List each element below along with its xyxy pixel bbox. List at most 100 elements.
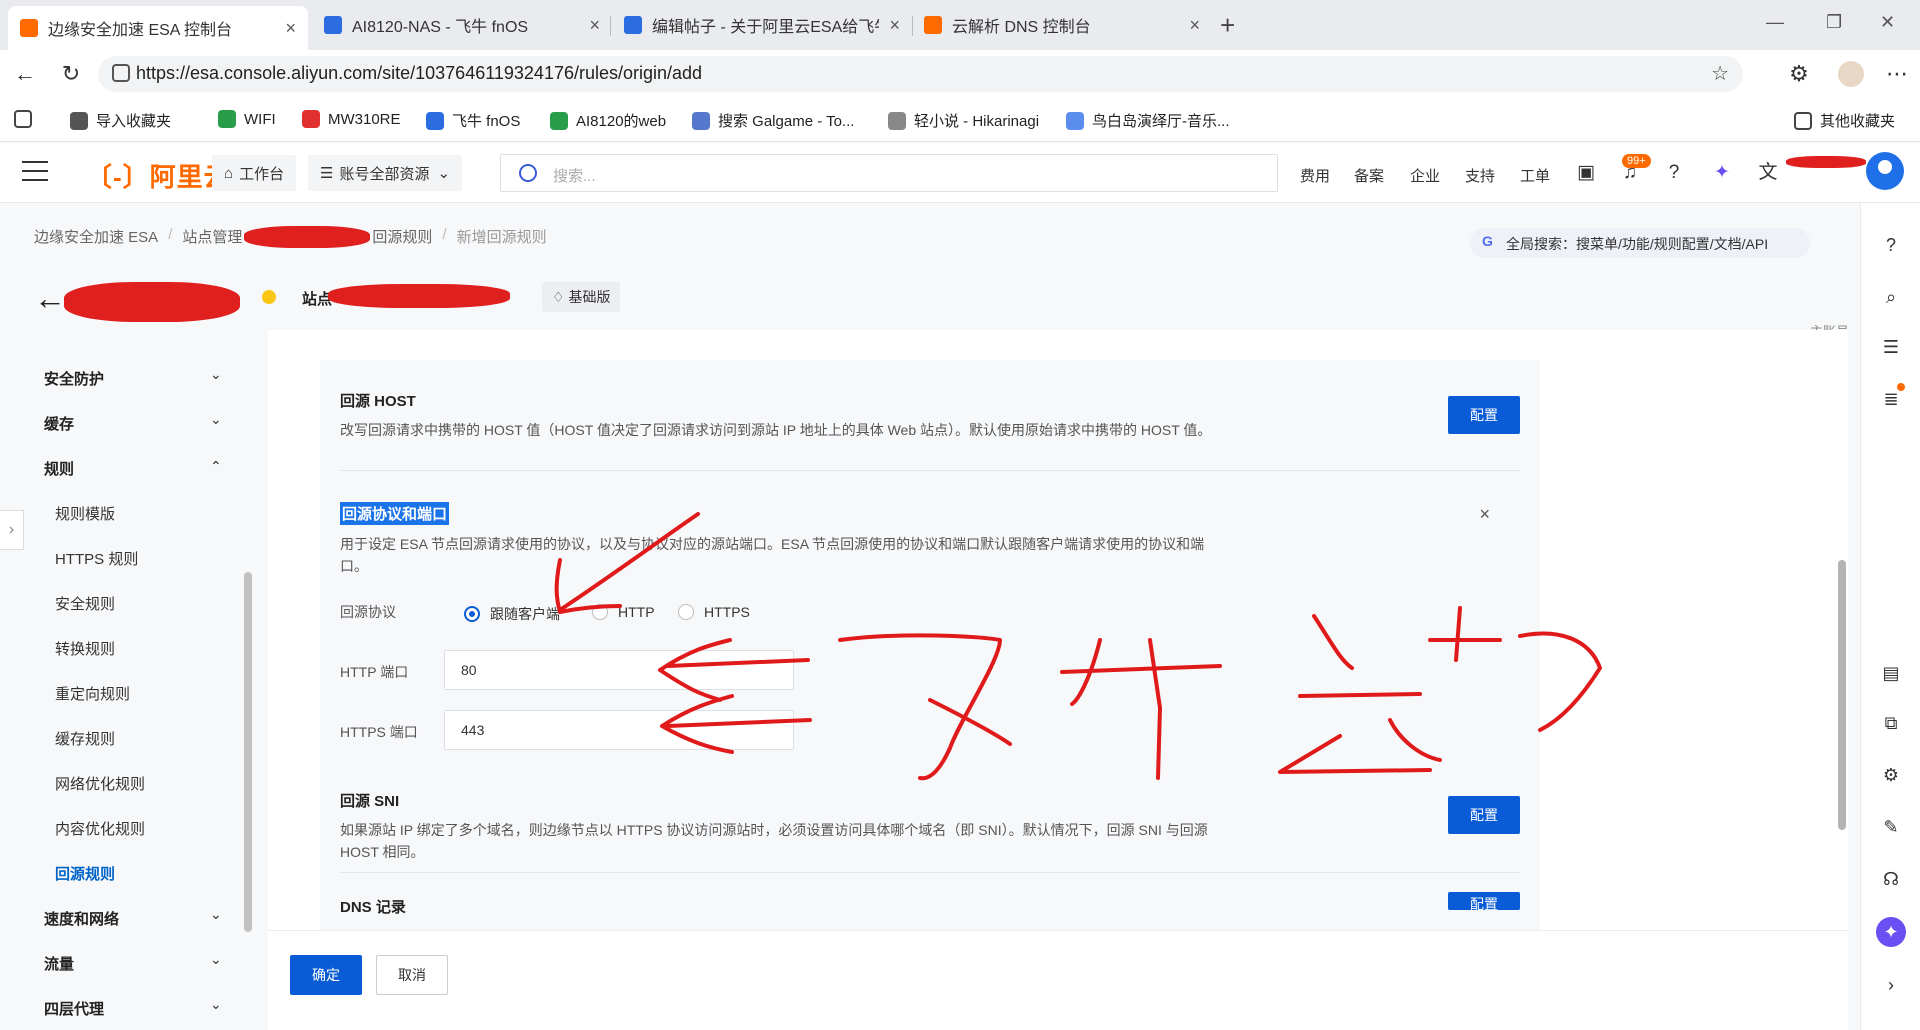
address-bar[interactable]: https://esa.console.aliyun.com/site/1037…	[98, 56, 1743, 92]
nav-item-network-rules[interactable]: 网络优化规则	[55, 773, 145, 794]
checklist-icon[interactable]: ☰	[1879, 335, 1903, 359]
workbench-button[interactable]: ⌂ 工作台	[212, 155, 297, 191]
bookmark-star-icon[interactable]: ☆	[1711, 61, 1729, 86]
breadcrumb-current: 新增回源规则	[456, 229, 547, 246]
back-icon[interactable]: ←	[12, 61, 38, 87]
help-circle-icon[interactable]: ?	[1879, 233, 1903, 257]
section-origin-host: 回源 HOST 改写回源请求中携带的 HOST 值（HOST 值决定了回源请求访…	[340, 390, 1520, 441]
nav-section-l4-proxy[interactable]: 四层代理	[44, 998, 104, 1019]
nav-item-redirect-rules[interactable]: 重定向规则	[55, 683, 130, 704]
configure-host-button[interactable]: 配置	[1448, 396, 1520, 434]
chevron-down-icon[interactable]: ⌄	[210, 366, 222, 383]
header-link-icp[interactable]: 备案	[1354, 165, 1384, 186]
minimize-icon[interactable]: —	[1766, 12, 1784, 33]
extensions-icon[interactable]: ⚙	[1786, 61, 1812, 87]
edit-icon[interactable]: ✎	[1879, 815, 1903, 839]
aliyun-logo[interactable]: 〔-〕阿里云	[86, 157, 231, 194]
breadcrumb-esa[interactable]: 边缘安全加速 ESA	[34, 226, 158, 247]
chevron-down-icon[interactable]: ⌄	[210, 996, 222, 1013]
close-tab-icon[interactable]: ×	[285, 18, 296, 39]
confirm-button[interactable]: 确定	[290, 955, 362, 995]
header-link-support[interactable]: 支持	[1465, 165, 1495, 186]
chevron-down-icon[interactable]: ⌄	[210, 411, 222, 428]
header-link-ticket[interactable]: 工单	[1520, 165, 1550, 186]
nav-section-security[interactable]: 安全防护	[44, 368, 104, 389]
back-arrow-icon[interactable]: ←	[34, 280, 66, 317]
configure-dns-button[interactable]: 配置	[1448, 892, 1520, 910]
nav-item-content-rules[interactable]: 内容优化规则	[55, 818, 145, 839]
close-window-icon[interactable]: ✕	[1880, 12, 1895, 33]
reload-icon[interactable]: ↻	[58, 61, 84, 87]
resources-dropdown[interactable]: ☰ 账号全部资源 ⌄	[308, 155, 463, 191]
bookmark-mw310re[interactable]: MW310RE	[302, 110, 401, 128]
chevron-right-icon[interactable]: ›	[1879, 973, 1903, 997]
console-search-input[interactable]: 搜索...	[500, 154, 1278, 192]
close-tab-icon[interactable]: ×	[1189, 15, 1200, 36]
terminal-icon[interactable]: ▣	[1574, 161, 1598, 185]
tab-edit-post[interactable]: 编辑帖子 - 关于阿里云ESA给飞牛N ×	[612, 6, 912, 44]
ai-assistant-icon[interactable]: ✦	[1876, 917, 1906, 947]
nav-section-traffic[interactable]: 流量	[44, 953, 74, 974]
nav-item-rule-templates[interactable]: 规则模版	[55, 503, 115, 524]
language-icon[interactable]: 文	[1756, 161, 1780, 185]
bookmark-fnos[interactable]: 飞牛 fnOS	[426, 110, 520, 131]
bookmark-galgame[interactable]: 搜索 Galgame - To...	[692, 110, 854, 131]
ai-assistant-icon[interactable]: ✦	[1710, 161, 1734, 185]
headset-icon[interactable]: ☊	[1879, 867, 1903, 891]
global-search-box[interactable]: 全局搜索：搜菜单/功能/规则配置/文档/API	[1470, 228, 1810, 258]
collapse-sidebar-icon[interactable]: ›	[0, 510, 24, 550]
nav-section-rules[interactable]: 规则	[44, 458, 74, 479]
close-tab-icon[interactable]: ×	[889, 15, 900, 36]
nav-item-origin-rules[interactable]: 回源规则	[55, 863, 115, 884]
bookmark-import[interactable]: 导入收藏夹	[70, 110, 171, 131]
bookmark-hikarinagi[interactable]: 轻小说 - Hikarinagi	[888, 110, 1039, 131]
code-icon[interactable]: ⧉	[1879, 711, 1903, 735]
profile-avatar[interactable]	[1838, 61, 1864, 87]
main-scrollbar[interactable]	[1838, 560, 1846, 830]
nav-item-https-rules[interactable]: HTTPS 规则	[55, 548, 138, 569]
close-section-icon[interactable]: ×	[1479, 504, 1490, 525]
help-icon[interactable]: ?	[1662, 161, 1686, 185]
restore-icon[interactable]: ❐	[1826, 12, 1842, 33]
radio-icon	[592, 604, 608, 620]
user-avatar[interactable]	[1866, 152, 1904, 190]
settings-icon[interactable]: ⚙	[1879, 763, 1903, 787]
nav-item-cache-rules[interactable]: 缓存规则	[55, 728, 115, 749]
hamburger-menu-icon[interactable]	[22, 161, 48, 183]
http-port-input[interactable]: 80	[444, 650, 794, 690]
nav-section-cache[interactable]: 缓存	[44, 413, 74, 434]
aliyun-favicon-icon	[924, 16, 942, 34]
nav-item-security-rules[interactable]: 安全规则	[55, 593, 115, 614]
chevron-down-icon[interactable]: ⌄	[210, 951, 222, 968]
fnos-favicon-icon	[324, 16, 342, 34]
new-tab-icon[interactable]: +	[1220, 10, 1235, 41]
radio-http[interactable]: HTTP	[592, 604, 655, 620]
header-link-enterprise[interactable]: 企业	[1410, 165, 1440, 186]
configure-sni-button[interactable]: 配置	[1448, 796, 1520, 834]
bookmark-wifi[interactable]: WIFI	[218, 110, 276, 128]
nav-section-speed-network[interactable]: 速度和网络	[44, 908, 119, 929]
tab-fnos[interactable]: AI8120-NAS - 飞牛 fnOS ×	[312, 6, 612, 44]
breadcrumb-origin-rules[interactable]: 回源规则	[372, 226, 432, 247]
chevron-down-icon[interactable]: ⌄	[210, 906, 222, 923]
header-link-billing[interactable]: 费用	[1300, 165, 1330, 186]
note-icon[interactable]: ▤	[1879, 661, 1903, 685]
url-text[interactable]: https://esa.console.aliyun.com/site/1037…	[136, 63, 702, 84]
bookmark-music[interactable]: 鸟白岛演绎厅-音乐...	[1066, 110, 1230, 131]
bookmark-ai8120-web[interactable]: AI8120的web	[550, 110, 666, 131]
radio-https[interactable]: HTTPS	[678, 604, 750, 620]
menu-icon[interactable]: ⋯	[1884, 61, 1910, 87]
chevron-up-icon[interactable]: ⌃	[210, 458, 222, 475]
breadcrumb-site-management[interactable]: 站点管理	[182, 226, 242, 247]
nav-item-transform-rules[interactable]: 转换规则	[55, 638, 115, 659]
radio-follow-client[interactable]: 跟随客户端	[464, 604, 560, 624]
https-port-input[interactable]: 443	[444, 710, 794, 750]
close-tab-icon[interactable]: ×	[589, 15, 600, 36]
tab-esa-console[interactable]: 边缘安全加速 ESA 控制台 ×	[8, 6, 308, 50]
tab-dns-console[interactable]: 云解析 DNS 控制台 ×	[912, 6, 1212, 44]
reading-list-icon[interactable]	[14, 110, 40, 128]
sidenav-scrollbar[interactable]	[244, 572, 252, 932]
bookmark-other-folder[interactable]: 其他收藏夹	[1794, 110, 1895, 131]
cancel-button[interactable]: 取消	[376, 955, 448, 995]
search-icon[interactable]: ⌕	[1879, 285, 1903, 309]
